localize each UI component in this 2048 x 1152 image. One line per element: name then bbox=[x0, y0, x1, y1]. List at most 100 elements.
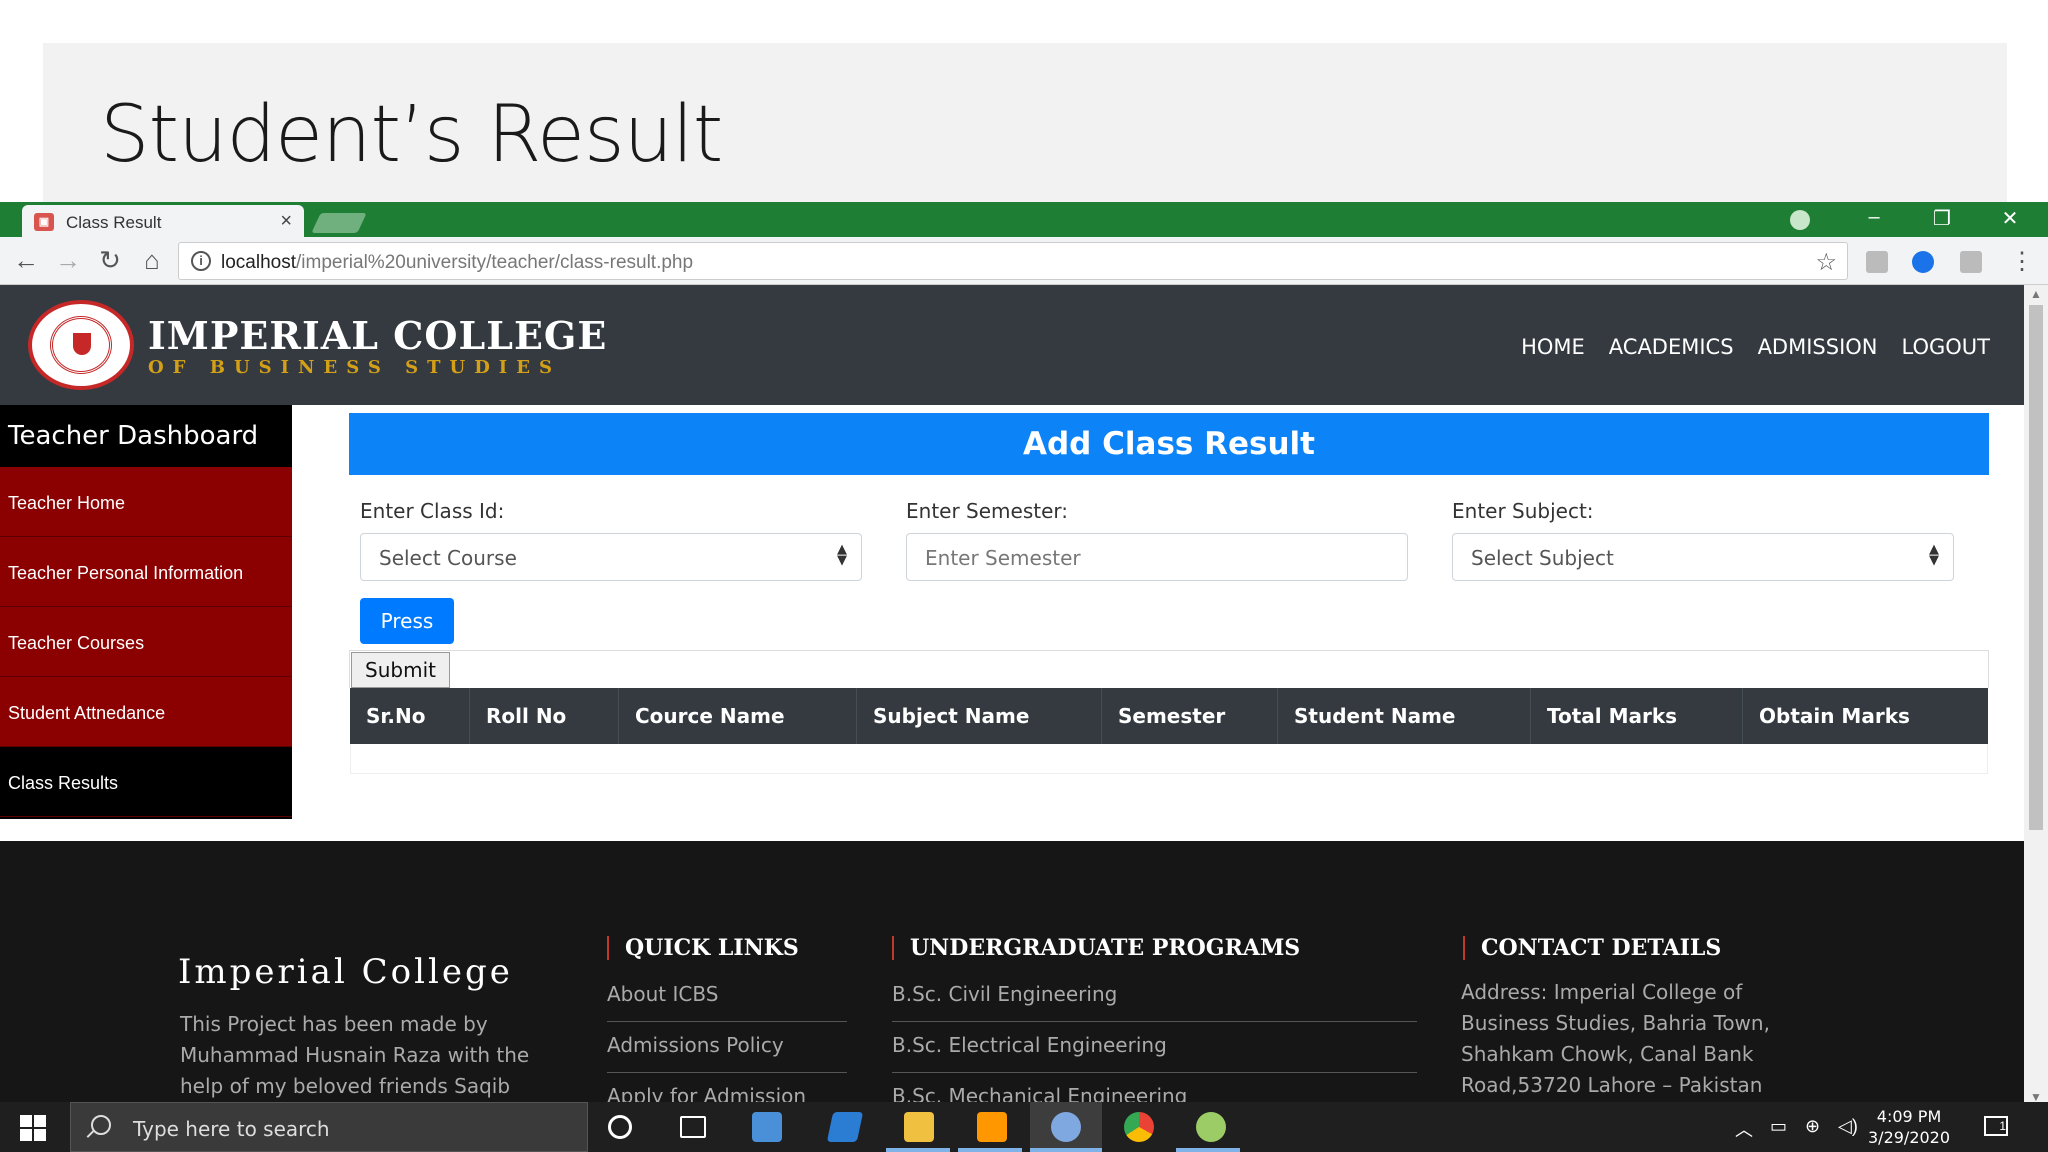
subject-select[interactable]: Select Subject ▲ ▼ bbox=[1452, 533, 1954, 581]
windows-start-icon[interactable] bbox=[20, 1115, 46, 1141]
scroll-up-icon[interactable]: ▲ bbox=[2030, 287, 2042, 301]
column-sr-no[interactable]: Sr.No bbox=[350, 688, 470, 744]
scrollbar-thumb[interactable] bbox=[2029, 305, 2043, 830]
contact-address: Address: Imperial College of Business St… bbox=[1461, 980, 1770, 1097]
footer-program-electrical[interactable]: B.Sc. Electrical Engineering bbox=[892, 1033, 1167, 1057]
running-indicator bbox=[1176, 1148, 1240, 1152]
taskbar-search-placeholder: Type here to search bbox=[133, 1117, 330, 1141]
college-seal-logo[interactable] bbox=[28, 300, 134, 390]
taskbar-search-box[interactable]: Type here to search bbox=[70, 1102, 588, 1152]
tab-close-icon[interactable]: × bbox=[280, 210, 292, 233]
address-url: localhost/imperial%20university/teacher/… bbox=[221, 252, 693, 274]
footer-description: This Project has been made by Muhammad H… bbox=[180, 1012, 530, 1098]
running-indicator bbox=[1030, 1148, 1102, 1152]
sidebar-item-teacher-home[interactable]: Teacher Home bbox=[0, 467, 292, 537]
page-scrollbar[interactable]: ▲ ▼ bbox=[2024, 285, 2048, 1107]
windows-taskbar: Type here to search ︿ ▭ ⊕ ◁) 4:09 PM 3/2… bbox=[0, 1102, 2048, 1152]
new-tab-button[interactable] bbox=[311, 213, 367, 233]
paint-icon[interactable] bbox=[1196, 1112, 1226, 1142]
sidebar-item-class-results[interactable]: Class Results bbox=[0, 747, 292, 817]
restore-button[interactable]: ❐ bbox=[1912, 206, 1972, 231]
semester-input[interactable]: Enter Semester bbox=[906, 533, 1408, 581]
column-course-name[interactable]: Cource Name bbox=[619, 688, 857, 744]
submit-row: Submit bbox=[349, 650, 1989, 688]
footer-divider bbox=[607, 1021, 847, 1022]
sidebar-title: Teacher Dashboard bbox=[8, 421, 259, 451]
column-roll-no[interactable]: Roll No bbox=[470, 688, 619, 744]
profile-icon[interactable] bbox=[1790, 210, 1810, 230]
search-icon bbox=[91, 1115, 111, 1135]
task-view-icon[interactable] bbox=[680, 1116, 706, 1138]
browser-toolbar: ← → ↻ ⌂ i localhost/imperial%20universit… bbox=[0, 237, 2048, 285]
extension-icon[interactable] bbox=[1866, 251, 1888, 273]
class-id-label: Enter Class Id: bbox=[360, 499, 505, 523]
network-globe-icon[interactable]: ⊕ bbox=[1805, 1116, 1820, 1137]
press-button[interactable]: Press bbox=[360, 598, 454, 644]
notification-count: 1 bbox=[1999, 1119, 2006, 1133]
volume-icon[interactable]: ◁) bbox=[1838, 1116, 1858, 1137]
sidebar-item-personal-information[interactable]: Teacher Personal Information bbox=[0, 537, 292, 607]
bookmark-star-icon[interactable]: ☆ bbox=[1815, 248, 1837, 277]
semester-placeholder: Enter Semester bbox=[925, 546, 1081, 570]
class-id-select[interactable]: Select Course ▲ ▼ bbox=[360, 533, 862, 581]
nav-academics-link[interactable]: ACADEMICS bbox=[1609, 335, 1734, 359]
file-explorer-icon[interactable] bbox=[904, 1112, 934, 1142]
seal-ring bbox=[50, 316, 112, 374]
notification-icon[interactable]: 1 bbox=[1984, 1116, 2008, 1136]
results-table-body bbox=[350, 744, 1988, 774]
close-window-button[interactable]: ✕ bbox=[1980, 206, 2040, 231]
extension-search-icon[interactable] bbox=[1912, 251, 1934, 273]
extension-icon[interactable] bbox=[1960, 251, 1982, 273]
browser-menu-icon[interactable]: ⋮ bbox=[2010, 247, 2034, 276]
browser-tab[interactable]: ▣ Class Result × bbox=[22, 205, 304, 237]
taskbar-clock[interactable]: 4:09 PM 3/29/2020 bbox=[1868, 1106, 1950, 1148]
back-arrow-icon[interactable]: ← bbox=[10, 245, 42, 276]
clock-time: 4:09 PM bbox=[1876, 1107, 1942, 1126]
tab-title: Class Result bbox=[66, 213, 162, 232]
app-icon[interactable] bbox=[752, 1112, 782, 1142]
address-bar[interactable]: i localhost/imperial%20university/teache… bbox=[178, 242, 1848, 280]
brand-subtitle: OF BUSINESS STUDIES bbox=[148, 357, 561, 378]
column-total-marks[interactable]: Total Marks bbox=[1531, 688, 1743, 744]
browser-window: ▣ Class Result × – ❐ ✕ ← → ↻ ⌂ i localho… bbox=[0, 202, 2048, 1107]
column-semester[interactable]: Semester bbox=[1102, 688, 1278, 744]
teacher-sidebar: Teacher Dashboard Teacher Home Teacher P… bbox=[0, 405, 292, 819]
column-student-name[interactable]: Student Name bbox=[1278, 688, 1531, 744]
reload-icon[interactable]: ↻ bbox=[94, 245, 126, 276]
footer-divider bbox=[892, 1021, 1417, 1022]
footer-brand: Imperial College bbox=[178, 952, 513, 992]
tray-chevron-icon[interactable]: ︿ bbox=[1735, 1116, 1753, 1142]
info-icon[interactable]: i bbox=[191, 251, 211, 271]
sidebar-item-student-attendance[interactable]: Student Attnedance bbox=[0, 677, 292, 747]
home-icon[interactable]: ⌂ bbox=[136, 245, 168, 276]
browser-titlebar: ▣ Class Result × – ❐ ✕ bbox=[0, 202, 2048, 237]
footer-link-admissions-policy[interactable]: Admissions Policy bbox=[607, 1033, 784, 1057]
subject-label: Enter Subject: bbox=[1452, 499, 1594, 523]
cortana-icon[interactable] bbox=[608, 1115, 632, 1139]
clock-date: 3/29/2020 bbox=[1868, 1128, 1951, 1147]
undergraduate-programs-heading: UNDERGRADUATE PROGRAMS bbox=[892, 936, 1300, 960]
site-header: IMPERIAL COLLEGE OF BUSINESS STUDIES HOM… bbox=[0, 285, 2024, 405]
nav-admission-link[interactable]: ADMISSION bbox=[1758, 335, 1878, 359]
sidebar-item-teacher-courses[interactable]: Teacher Courses bbox=[0, 607, 292, 677]
submit-button[interactable]: Submit bbox=[351, 652, 450, 688]
minimize-button[interactable]: – bbox=[1844, 206, 1904, 229]
footer-divider bbox=[892, 1072, 1417, 1073]
quick-links-heading: QUICK LINKS bbox=[607, 936, 799, 960]
footer-program-civil[interactable]: B.Sc. Civil Engineering bbox=[892, 982, 1117, 1006]
battery-icon[interactable]: ▭ bbox=[1770, 1116, 1787, 1137]
class-id-selected-value: Select Course bbox=[379, 546, 517, 570]
brand-name[interactable]: IMPERIAL COLLEGE bbox=[148, 313, 607, 358]
column-subject-name[interactable]: Subject Name bbox=[857, 688, 1102, 744]
forward-arrow-icon[interactable]: → bbox=[52, 245, 84, 276]
sublime-text-icon[interactable] bbox=[977, 1112, 1007, 1142]
footer-link-about[interactable]: About ICBS bbox=[607, 982, 718, 1006]
nav-home-link[interactable]: HOME bbox=[1521, 335, 1585, 359]
vscode-icon[interactable] bbox=[826, 1112, 864, 1142]
column-obtain-marks[interactable]: Obtain Marks bbox=[1743, 688, 1988, 744]
chrome-icon[interactable] bbox=[1124, 1112, 1154, 1142]
chrome-app-icon[interactable] bbox=[1051, 1112, 1081, 1142]
form-banner: Add Class Result bbox=[349, 413, 1989, 475]
slide-title: Student’s Result bbox=[100, 90, 723, 180]
nav-logout-link[interactable]: LOGOUT bbox=[1902, 335, 1990, 359]
